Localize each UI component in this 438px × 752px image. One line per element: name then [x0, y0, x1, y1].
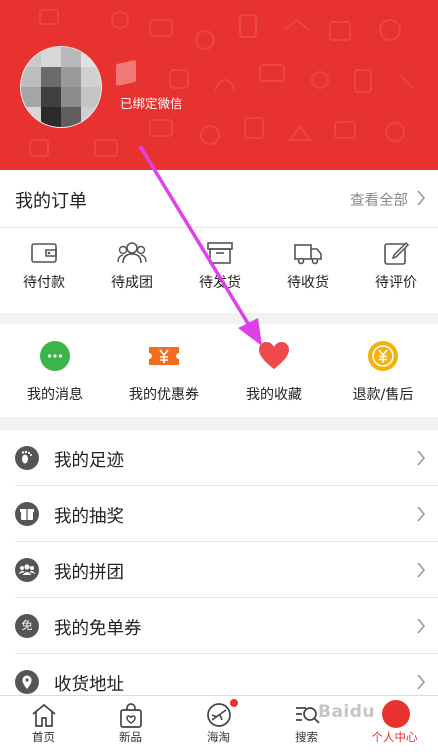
bottom-tab-bar: 首页 新品 海淘 搜索 个人中心: [0, 695, 438, 752]
group-icon: [117, 242, 147, 264]
order-pending-group[interactable]: 待成团: [88, 240, 176, 292]
order-status-label: 待发货: [199, 275, 241, 291]
order-status-label: 待评价: [375, 275, 417, 291]
menu-item-label: 我的拼团: [54, 563, 124, 583]
my-messages[interactable]: 我的消息: [0, 340, 110, 404]
view-all-orders-link[interactable]: 查看全部: [350, 189, 408, 210]
notification-dot: [230, 699, 238, 707]
menu-item-footprints[interactable]: 我的足迹: [0, 430, 438, 486]
chevron-right-icon: [417, 450, 426, 466]
order-pending-payment[interactable]: 待付款: [0, 240, 88, 292]
services-section: 我的消息 我的优惠券 我的收藏 退款/售后: [0, 324, 438, 417]
chevron-right-icon: [417, 190, 426, 206]
edit-icon: [384, 241, 410, 265]
tab-home[interactable]: 首页: [0, 696, 87, 752]
profile-header: 已绑定微信: [0, 0, 438, 170]
menu-item-lottery[interactable]: 我的抽奖: [0, 486, 438, 542]
lottery-icon: [15, 502, 39, 526]
tab-label: 首页: [32, 730, 55, 744]
box-icon: [207, 242, 233, 264]
my-coupons[interactable]: 我的优惠券: [109, 340, 219, 404]
menu-item-label: 我的抽奖: [54, 507, 124, 527]
message-icon: [40, 341, 70, 371]
new-bag-icon: [119, 703, 142, 728]
username-blur: [116, 59, 136, 87]
home-icon: [31, 703, 56, 727]
tab-label: 海淘: [207, 730, 230, 744]
location-icon: [15, 670, 39, 694]
plane-icon: [206, 703, 231, 727]
chevron-right-icon: [417, 562, 426, 578]
wallet-icon: [31, 243, 57, 263]
order-pending-shipment[interactable]: 待发货: [176, 240, 264, 292]
search-icon: [295, 707, 320, 724]
service-label: 我的优惠券: [129, 387, 199, 403]
orders-title: 我的订单: [15, 191, 87, 212]
refund-after-sales[interactable]: 退款/售后: [328, 340, 438, 404]
tab-search[interactable]: 搜索: [263, 696, 350, 752]
tab-label: 搜索: [295, 730, 318, 744]
tab-new[interactable]: 新品: [87, 696, 174, 752]
menu-item-label: 我的免单券: [54, 619, 142, 639]
order-status-label: 待成团: [111, 275, 153, 291]
orders-header[interactable]: 我的订单 查看全部: [0, 170, 438, 228]
menu-item-group-buy[interactable]: 我的拼团: [0, 542, 438, 598]
truck-icon: [294, 244, 322, 265]
group-buy-icon: [15, 558, 39, 582]
service-label: 我的收藏: [246, 387, 302, 403]
orders-section: 我的订单 查看全部 待付款 待成团 待发货 待收货 待评价: [0, 170, 438, 313]
chevron-right-icon: [417, 674, 426, 690]
tab-overseas[interactable]: 海淘: [175, 696, 262, 752]
avatar[interactable]: [20, 46, 102, 128]
tab-label: 个人中心: [371, 730, 418, 744]
order-pending-review[interactable]: 待评价: [352, 240, 438, 292]
menu-item-label: 我的足迹: [54, 451, 124, 471]
order-status-label: 待收货: [287, 275, 329, 291]
service-label: 退款/售后: [352, 387, 414, 403]
chevron-right-icon: [417, 506, 426, 522]
heart-icon: [259, 342, 289, 369]
coupon-icon: [149, 347, 179, 365]
order-status-label: 待付款: [23, 275, 65, 291]
menu-list: 我的足迹 我的抽奖 我的拼团 免 我的免单券 收货地址: [0, 430, 438, 705]
footprint-icon: [15, 446, 39, 470]
menu-item-label: 收货地址: [54, 675, 124, 695]
refund-icon: [368, 341, 398, 371]
service-label: 我的消息: [27, 387, 83, 403]
profile-badge: [382, 700, 410, 728]
wechat-bound-status: 已绑定微信: [120, 96, 183, 111]
order-pending-receipt[interactable]: 待收货: [264, 240, 352, 292]
my-favorites[interactable]: 我的收藏: [219, 340, 329, 404]
chevron-right-icon: [417, 618, 426, 634]
free-coupon-icon: 免: [15, 614, 39, 638]
tab-label: 新品: [119, 730, 142, 744]
menu-item-free-coupon[interactable]: 免 我的免单券: [0, 598, 438, 654]
